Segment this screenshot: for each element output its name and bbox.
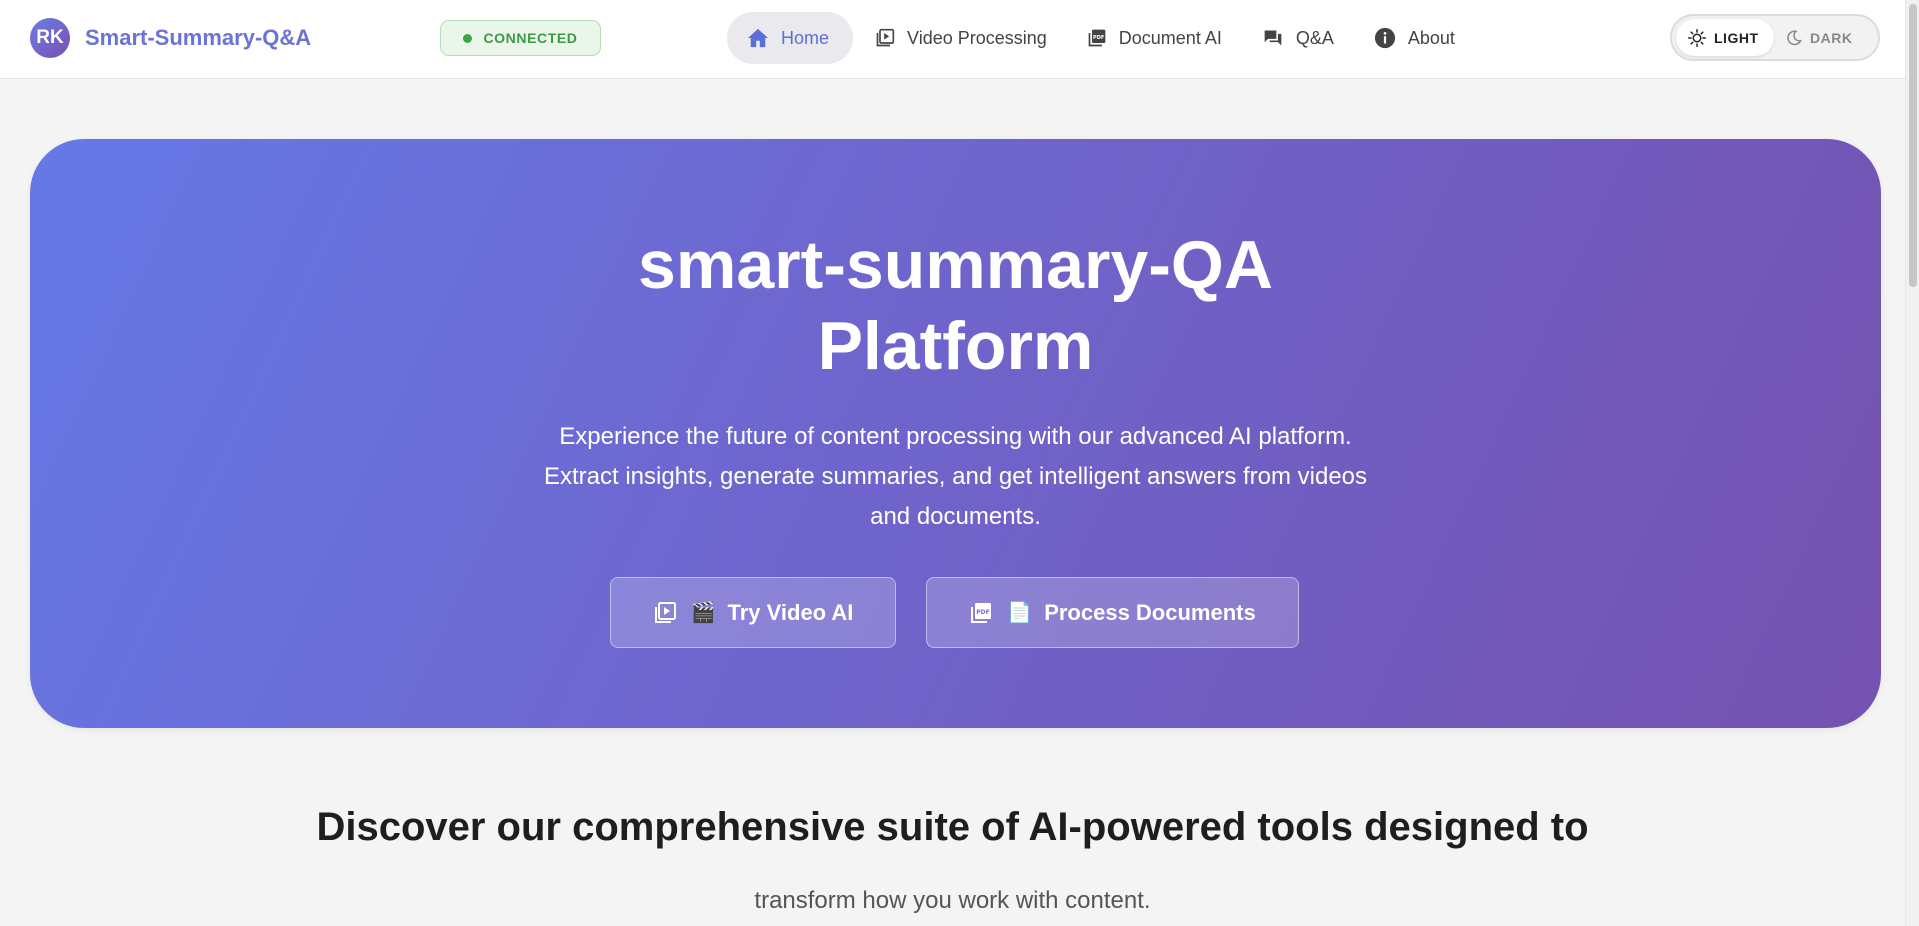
scrollbar-thumb[interactable] xyxy=(1909,4,1917,287)
info-icon xyxy=(1374,27,1395,49)
nav-label-home: Home xyxy=(781,27,830,48)
hero-description-line-1: Experience the future of content process… xyxy=(559,423,1352,450)
video-library-icon xyxy=(876,28,895,47)
avatar[interactable]: RK xyxy=(30,18,70,58)
nav-item-video-processing[interactable]: Video Processing xyxy=(857,12,1065,64)
nav-item-document-ai[interactable]: PDF Document AI xyxy=(1069,12,1240,64)
pdf-icon: PDF xyxy=(971,602,992,623)
home-icon xyxy=(748,28,768,48)
hero-title-line-2: Platform xyxy=(817,308,1094,384)
nav-label-document-ai: Document AI xyxy=(1118,27,1222,48)
page-scrollbar[interactable] xyxy=(1905,0,1919,926)
nav-item-about[interactable]: About xyxy=(1356,12,1473,64)
hero-banner: smart-summary-QA Platform Experience the… xyxy=(30,139,1881,728)
theme-toggle: LIGHT DARK xyxy=(1670,14,1880,61)
process-documents-label: Process Documents xyxy=(1044,599,1256,625)
top-nav-bar: RK Smart-Summary-Q&A CONNECTED Home Vide… xyxy=(0,0,1905,79)
theme-light-button[interactable]: LIGHT xyxy=(1676,19,1774,56)
connection-status-badge: CONNECTED xyxy=(440,20,601,56)
pdf-icon: PDF xyxy=(1088,29,1106,47)
app-title[interactable]: Smart-Summary-Q&A xyxy=(85,25,311,51)
hero-description-line-2: Extract insights, generate summaries, an… xyxy=(543,463,1368,490)
try-video-ai-label: Try Video AI xyxy=(727,599,854,625)
moon-icon xyxy=(1787,29,1802,45)
nav-item-home[interactable]: Home xyxy=(727,12,854,64)
nav-label-qa: Q&A xyxy=(1295,27,1334,48)
try-video-ai-button[interactable]: 🎬 Try Video AI xyxy=(610,577,896,648)
features-subheading: transform how you work with content. xyxy=(754,887,1151,914)
hero-description: Experience the future of content process… xyxy=(30,417,1881,537)
hero-title: smart-summary-QA Platform xyxy=(30,225,1881,387)
clapper-board-icon: 🎬 xyxy=(690,602,716,624)
status-dot-icon xyxy=(463,33,473,43)
main-nav: Home Video Processing PDF Document AI Q&… xyxy=(727,12,1477,64)
hero-description-line-3: and documents. xyxy=(870,503,1041,530)
svg-text:PDF: PDF xyxy=(977,609,990,616)
chat-icon xyxy=(1264,30,1282,46)
theme-dark-label: DARK xyxy=(1810,29,1853,46)
sun-icon xyxy=(1688,28,1706,47)
brand[interactable]: RK Smart-Summary-Q&A xyxy=(30,18,311,58)
document-icon: 📄 xyxy=(1007,602,1033,624)
video-library-icon xyxy=(654,601,676,623)
nav-label-video-processing: Video Processing xyxy=(907,27,1047,48)
theme-light-label: LIGHT xyxy=(1714,29,1759,46)
hero-title-line-1: smart-summary-QA xyxy=(638,227,1273,303)
nav-label-about: About xyxy=(1407,27,1455,48)
theme-dark-button[interactable]: DARK xyxy=(1774,19,1864,56)
features-heading: Discover our comprehensive suite of AI-p… xyxy=(316,805,1589,849)
status-label: CONNECTED xyxy=(483,30,578,46)
nav-item-qa[interactable]: Q&A xyxy=(1244,12,1352,64)
process-documents-button[interactable]: PDF 📄 Process Documents xyxy=(926,577,1299,648)
svg-text:PDF: PDF xyxy=(1093,35,1104,41)
